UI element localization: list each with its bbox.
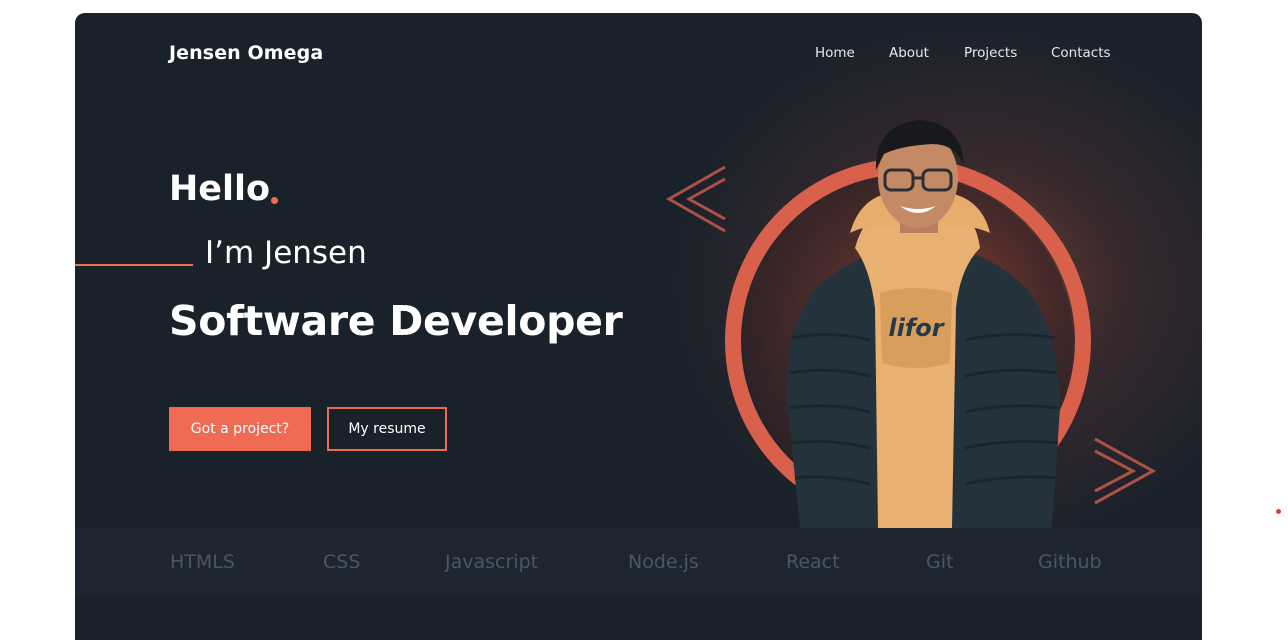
- portrait-image: lifor: [786, 120, 1060, 528]
- svg-text:lifor: lifor: [888, 314, 945, 342]
- got-a-project-button[interactable]: Got a project?: [169, 407, 311, 451]
- hero-frame: Jensen Omega Home About Projects Contact…: [75, 13, 1202, 640]
- nav-about[interactable]: About: [889, 45, 929, 61]
- skill-css: CSS: [323, 551, 361, 573]
- skill-git: Git: [926, 551, 954, 573]
- hero-greeting: Hello: [169, 169, 271, 209]
- skills-bar: HTMLS CSS Javascript Node.js React Git G…: [75, 529, 1202, 597]
- nav-projects[interactable]: Projects: [964, 45, 1017, 61]
- skill-javascript: Javascript: [445, 551, 539, 573]
- skill-react: React: [786, 551, 840, 573]
- skill-github: Github: [1038, 551, 1102, 573]
- skill-html: HTMLS: [170, 551, 235, 573]
- accent-line: [75, 264, 193, 266]
- hero-intro: I’m Jensen: [205, 235, 367, 271]
- chevron-left-icon: [665, 165, 726, 233]
- nav-contacts[interactable]: Contacts: [1051, 45, 1111, 61]
- skill-nodejs: Node.js: [628, 551, 699, 573]
- my-resume-button[interactable]: My resume: [327, 407, 447, 451]
- chevron-right-icon: [1094, 437, 1157, 505]
- hero-role: Software Developer: [169, 297, 623, 345]
- nav-home[interactable]: Home: [815, 45, 855, 61]
- greeting-dot: [271, 197, 278, 204]
- brand-logo[interactable]: Jensen Omega: [169, 42, 323, 64]
- cursor-dot: [1276, 509, 1281, 514]
